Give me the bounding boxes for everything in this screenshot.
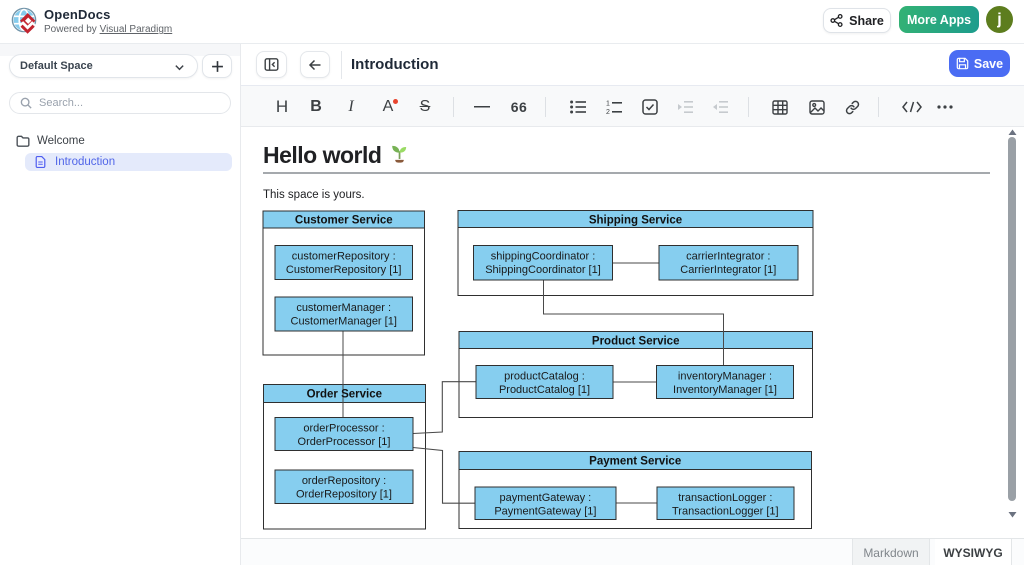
svg-text:CustomerRepository [1]: CustomerRepository [1] [286,264,402,276]
svg-text:TransactionLogger [1]: TransactionLogger [1] [672,506,779,518]
svg-text:Customer Service: Customer Service [295,215,393,227]
svg-text:customerManager :: customerManager : [296,302,391,314]
svg-text:shippingCoordinator :: shippingCoordinator : [491,251,596,263]
svg-text:OrderProcessor [1]: OrderProcessor [1] [298,436,391,448]
svg-text:customerRepository :: customerRepository : [292,251,396,263]
svg-text:ShippingCoordinator [1]: ShippingCoordinator [1] [485,264,601,276]
svg-text:Payment Service: Payment Service [589,456,681,468]
svg-text:orderProcessor :: orderProcessor : [303,423,384,435]
svg-text:Order Service: Order Service [307,389,382,401]
svg-text:CarrierIntegrator [1]: CarrierIntegrator [1] [680,264,776,276]
svg-text:InventoryManager [1]: InventoryManager [1] [673,384,777,396]
svg-text:productCatalog :: productCatalog : [504,371,585,383]
svg-text:orderRepository :: orderRepository : [302,475,386,487]
svg-text:Product Service: Product Service [592,336,680,348]
svg-text:1: 1 [606,100,610,107]
svg-text:carrierIntegrator :: carrierIntegrator : [686,251,770,263]
svg-text:transactionLogger :: transactionLogger : [678,492,772,504]
svg-text:2: 2 [606,109,610,115]
svg-text:CustomerManager [1]: CustomerManager [1] [291,316,397,328]
svg-text:PaymentGateway [1]: PaymentGateway [1] [494,506,596,518]
svg-text:paymentGateway :: paymentGateway : [500,492,592,504]
svg-text:inventoryManager :: inventoryManager : [678,371,772,383]
svg-text:Shipping Service: Shipping Service [589,215,682,227]
svg-text:OrderRepository [1]: OrderRepository [1] [296,489,392,501]
svg-text:ProductCatalog [1]: ProductCatalog [1] [499,384,590,396]
